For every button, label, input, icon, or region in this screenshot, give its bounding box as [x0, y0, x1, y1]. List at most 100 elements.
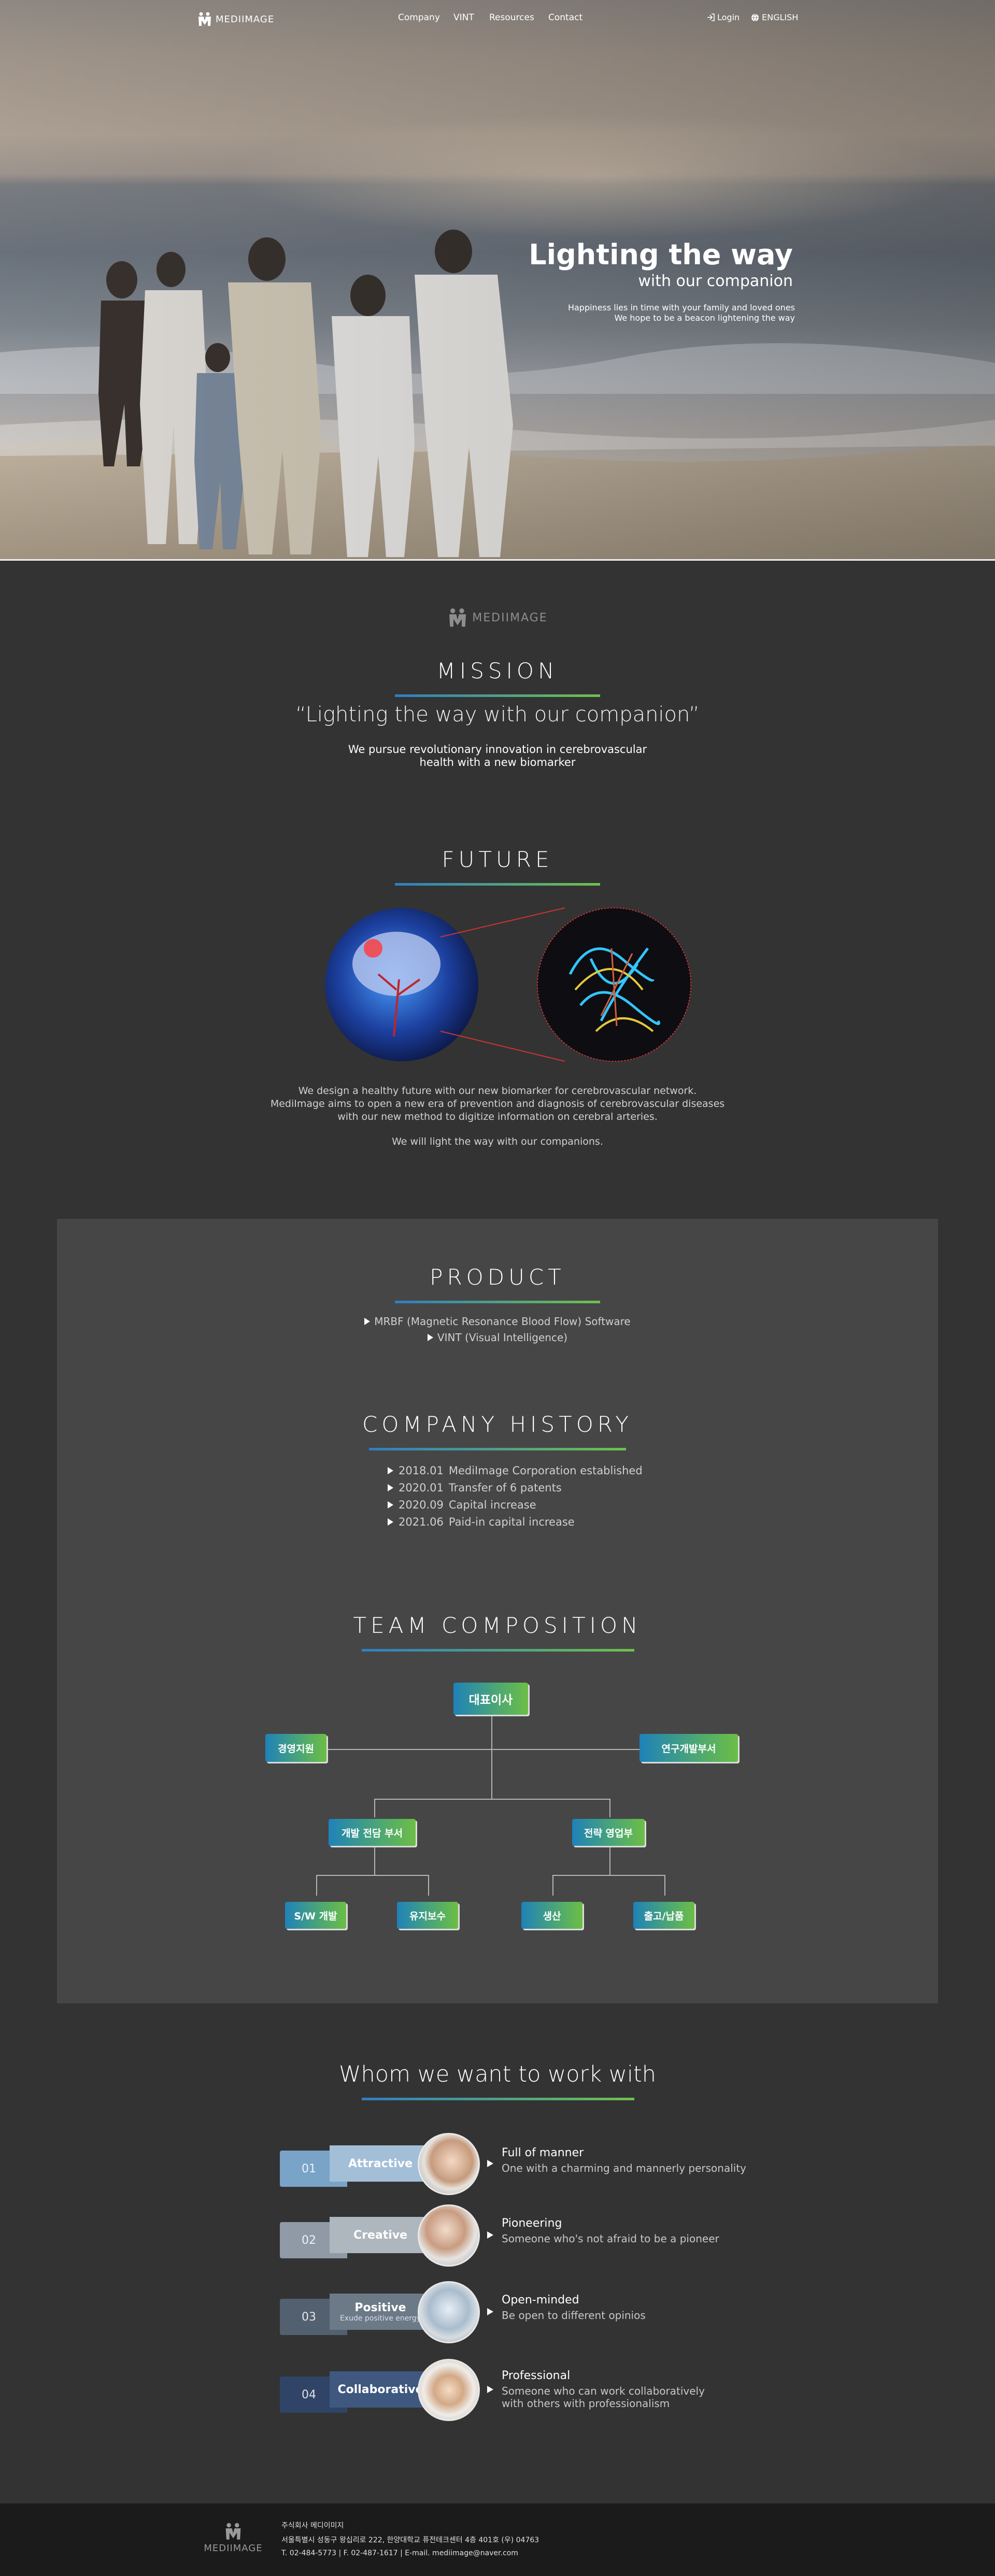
org-connector	[664, 1875, 665, 1896]
bullet-arrow-icon	[388, 1501, 393, 1508]
future-underline	[395, 883, 600, 886]
whom-label-subtext: Exude positive energy	[339, 2314, 421, 2323]
org-connector	[428, 1875, 429, 1896]
history-item: 2020.09 Capital increase	[388, 1499, 643, 1511]
whom-title: Whom we want to work with	[338, 2061, 656, 2087]
bullet-arrow-icon	[388, 1467, 393, 1474]
whom-label-text: Collaborative	[337, 2383, 423, 2396]
nav-resources[interactable]: Resources	[489, 12, 534, 23]
mission-logo: MEDIIMAGE	[0, 607, 995, 628]
org-connector	[326, 1749, 639, 1750]
hero-subtitle: with our companion	[638, 272, 793, 290]
whom-label-3: Positive Exude positive energy	[330, 2294, 431, 2330]
org-rnd: 연구개발부서	[639, 1734, 738, 1762]
product-item-1: MRBF (Magnetic Resonance Blood Flow) Sof…	[0, 1315, 995, 1328]
future-text-3: with our new method to digitize informat…	[337, 1111, 658, 1122]
footer-company: 주식회사 메디이미지	[281, 2522, 344, 2530]
nav-contact[interactable]: Contact	[548, 12, 582, 23]
history-text: Paid-in capital increase	[448, 1516, 575, 1528]
logo-icon	[198, 12, 211, 26]
whom-photo-2	[418, 2204, 480, 2267]
whom-desc-3: Be open to different opinios	[502, 2309, 646, 2322]
nav-vint[interactable]: VINT	[453, 12, 474, 23]
org-connector	[316, 1875, 317, 1896]
whom-label-4: Collaborative	[330, 2371, 431, 2408]
whom-title-1: Full of manner	[502, 2146, 584, 2159]
logo-text: MEDIIMAGE	[216, 13, 275, 25]
org-strategy-sales: 전략 영업부	[572, 1819, 645, 1846]
logo-text: MEDIIMAGE	[204, 2543, 263, 2554]
site-logo[interactable]: MEDIIMAGE	[197, 10, 274, 28]
org-connector	[491, 1714, 492, 1799]
org-connector	[316, 1875, 429, 1876]
login-link[interactable]: Login	[707, 12, 740, 22]
product-title: PRODUCT	[430, 1264, 565, 1290]
whom-label-text: Attractive	[348, 2157, 413, 2170]
history-title: COMPANY HISTORY	[362, 1412, 633, 1437]
footer-contact: T. 02-484-5773 | F. 02-487-1617 | E-mail…	[281, 2549, 518, 2557]
whom-photo-3	[418, 2281, 480, 2343]
globe-icon	[751, 13, 759, 22]
logo-icon	[449, 608, 466, 627]
future-title: FUTURE	[442, 847, 553, 872]
site-header: MEDIIMAGE Company VINT Resources Contact…	[0, 0, 995, 37]
hero-line-1: Happiness lies in time with your family …	[567, 303, 795, 312]
whom-desc-4b: with others with professionalism	[502, 2397, 670, 2410]
whom-desc-1: One with a charming and mannerly persona…	[502, 2162, 747, 2174]
whom-underline	[362, 2098, 634, 2100]
arrow-right-icon	[487, 2308, 493, 2315]
future-text-4: We will light the way with our companion…	[392, 1136, 603, 1147]
org-dev-dept: 개발 전담 부서	[329, 1819, 416, 1846]
bullet-arrow-icon	[388, 1518, 393, 1526]
hero-line-2: We hope to be a beacon lightening the wa…	[614, 313, 795, 323]
future-text-1: We design a healthy future with our new …	[298, 1085, 697, 1097]
org-connector	[609, 1799, 610, 1817]
org-ceo: 대표이사	[453, 1683, 528, 1715]
bullet-arrow-icon	[427, 1334, 433, 1341]
history-underline	[369, 1448, 626, 1450]
nav-company[interactable]: Company	[398, 12, 440, 23]
org-connector	[374, 1845, 375, 1875]
logo-icon	[225, 2523, 241, 2540]
org-sw-dev: S/W 개발	[285, 1902, 346, 1929]
org-connector	[552, 1875, 665, 1876]
arrow-right-icon	[487, 2231, 493, 2239]
whom-desc-4a: Someone who can work collaboratively	[502, 2385, 705, 2397]
history-date: 2020.01	[399, 1482, 444, 1494]
whom-label-2: Creative	[330, 2217, 431, 2253]
history-list: 2018.01 MediImage Corporation established…	[388, 1464, 643, 1528]
arrow-right-icon	[487, 2386, 493, 2393]
product-item-1-label: MRBF (Magnetic Resonance Blood Flow) Sof…	[374, 1315, 631, 1328]
product-underline	[395, 1301, 600, 1303]
org-maintenance: 유지보수	[397, 1902, 458, 1929]
history-item: 2021.06 Paid-in capital increase	[388, 1516, 643, 1528]
history-date: 2020.09	[399, 1499, 444, 1511]
org-connector	[609, 1845, 610, 1875]
whom-title-2: Pioneering	[502, 2217, 562, 2230]
history-item: 2018.01 MediImage Corporation established	[388, 1464, 643, 1477]
footer-logo: MEDIIMAGE	[197, 2522, 269, 2554]
language-label: ENGLISH	[762, 12, 799, 22]
history-item: 2020.01 Transfer of 6 patents	[388, 1482, 643, 1494]
whom-label-text: Creative	[353, 2228, 408, 2242]
product-item-2-label: VINT (Visual Intelligence)	[437, 1331, 568, 1344]
whom-desc-2: Someone who's not afraid to be a pioneer	[502, 2232, 719, 2245]
org-connector	[374, 1799, 610, 1800]
language-selector[interactable]: ENGLISH	[751, 12, 798, 22]
history-text: Transfer of 6 patents	[448, 1482, 562, 1494]
whom-photo-1	[418, 2133, 480, 2195]
history-date: 2018.01	[399, 1464, 444, 1477]
whom-title-4: Professional	[502, 2369, 571, 2382]
org-management-support: 경영지원	[265, 1734, 326, 1762]
whom-label-1: Attractive	[330, 2145, 431, 2182]
hero-divider	[0, 559, 995, 561]
history-date: 2021.06	[399, 1516, 444, 1528]
org-production: 생산	[521, 1902, 582, 1929]
team-title: TEAM COMPOSITION	[353, 1613, 642, 1638]
mission-title: MISSION	[436, 658, 559, 684]
org-shipping: 출고/납품	[633, 1902, 694, 1929]
mission-text-2: health with a new biomarker	[419, 756, 576, 768]
login-icon	[707, 13, 715, 21]
whom-title-3: Open-minded	[502, 2294, 579, 2307]
org-connector	[374, 1799, 375, 1817]
